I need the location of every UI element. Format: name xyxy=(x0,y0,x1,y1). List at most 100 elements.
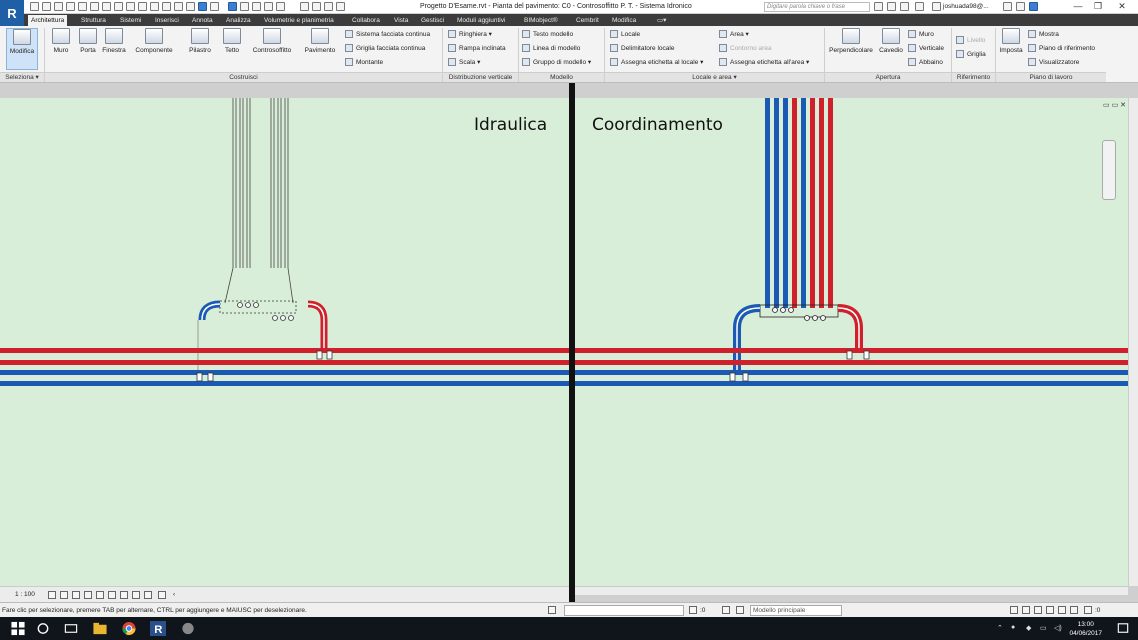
vertical-scrollbar[interactable] xyxy=(1128,98,1138,586)
volume-icon[interactable]: ◁) xyxy=(1054,624,1062,632)
piano-riferimento-button[interactable]: Piano di riferimento xyxy=(1028,43,1095,55)
search-input[interactable]: Digitare parola chiave o frase xyxy=(764,2,870,12)
ringhiera-button[interactable]: Ringhiera ▾ xyxy=(448,29,492,41)
filter-icon[interactable] xyxy=(689,606,697,614)
livello-button[interactable]: Livello xyxy=(956,35,985,47)
finestra-button[interactable]: Finestra xyxy=(101,28,127,70)
griglia-facciata-button[interactable]: Griglia facciata continua xyxy=(345,43,425,55)
pilastro-button[interactable]: Pilastro xyxy=(186,28,214,70)
cavedio-button[interactable]: Cavedio xyxy=(877,28,905,70)
file-explorer-icon[interactable] xyxy=(92,621,108,636)
tab-collabora[interactable]: Collabora xyxy=(349,15,383,26)
componente-button[interactable]: Componente xyxy=(132,28,176,70)
imposta-button[interactable]: Imposta xyxy=(998,28,1024,70)
tab-panel-toggle[interactable]: ▭▾ xyxy=(654,15,669,26)
minimize-button[interactable]: — xyxy=(1070,1,1086,13)
scroll-left-icon[interactable]: ‹ xyxy=(173,591,175,598)
select-pinned-icon[interactable] xyxy=(1034,606,1042,614)
connect-icon[interactable] xyxy=(1016,2,1025,11)
pipe-drawing-right[interactable] xyxy=(575,98,1128,586)
taskbar-clock[interactable]: 13:00 04/06/2017 xyxy=(1069,620,1102,638)
controsoffitto-button[interactable]: Controsoffitto xyxy=(248,28,296,70)
dimension-icon[interactable] xyxy=(138,2,147,11)
chrome-icon[interactable] xyxy=(121,621,137,636)
editable-only-icon[interactable] xyxy=(722,606,730,614)
montante-button[interactable]: Montante xyxy=(345,57,383,69)
grid-icon[interactable] xyxy=(324,2,333,11)
scala-button[interactable]: Scala ▾ xyxy=(448,57,480,69)
save-icon[interactable] xyxy=(42,2,51,11)
assegna-etichetta-area-button[interactable]: Assegna etichetta all'area ▾ xyxy=(719,57,809,69)
hide-isolate-icon[interactable] xyxy=(132,591,140,599)
temp-properties-icon[interactable] xyxy=(158,591,166,599)
verticale-button[interactable]: Verticale xyxy=(908,43,944,55)
revit-taskbar-icon[interactable]: R xyxy=(150,621,166,636)
tab-analizza[interactable]: Analizza xyxy=(223,15,254,26)
abbaino-button[interactable]: Abbaino xyxy=(908,57,943,69)
muro-button[interactable]: Muro xyxy=(49,28,73,70)
undo-arrow-icon[interactable] xyxy=(78,2,87,11)
filter-status-icon[interactable] xyxy=(1084,606,1092,614)
redo-icon[interactable] xyxy=(90,2,99,11)
apertura-muro-button[interactable]: Muro xyxy=(908,29,934,41)
horizontal-scrollbar[interactable] xyxy=(575,586,1128,595)
worksets-icon[interactable] xyxy=(548,606,556,614)
close-button[interactable]: ✕ xyxy=(1114,1,1130,13)
open-icon[interactable] xyxy=(30,2,39,11)
workset-dropdown[interactable] xyxy=(564,605,684,616)
tab-vista[interactable]: Vista xyxy=(391,15,411,26)
close-hidden-icon[interactable] xyxy=(210,2,219,11)
design-option-dropdown[interactable]: Modello principale xyxy=(750,605,842,616)
notifications-icon[interactable] xyxy=(1115,621,1131,636)
delimitatore-locale-button[interactable]: Delimitatore locale xyxy=(610,43,674,55)
tray-app-icon[interactable]: ● xyxy=(1011,624,1015,631)
cloud-icon[interactable] xyxy=(900,2,909,11)
modify-button[interactable]: Modifica xyxy=(6,28,38,70)
exchange-icon[interactable] xyxy=(1003,2,1012,11)
locale-button[interactable]: Locale xyxy=(610,29,640,41)
tab-moduli-aggiuntivi[interactable]: Moduli aggiuntivi xyxy=(454,15,508,26)
help-icon[interactable] xyxy=(1029,2,1038,11)
username[interactable]: joshuada98@... xyxy=(943,3,989,10)
design-options-icon[interactable] xyxy=(736,606,744,614)
lock-view-icon[interactable] xyxy=(120,591,128,599)
tab-cembrit[interactable]: Cembrit xyxy=(573,15,602,26)
section-icon[interactable] xyxy=(186,2,195,11)
pavimento-button[interactable]: Pavimento xyxy=(300,28,340,70)
crop-view-icon[interactable] xyxy=(96,591,104,599)
sync-icon[interactable] xyxy=(54,2,63,11)
thin-lines-icon[interactable] xyxy=(198,2,207,11)
binoculars-icon[interactable] xyxy=(874,2,883,11)
windows-start-icon[interactable] xyxy=(10,621,26,636)
tile-icon[interactable] xyxy=(252,2,261,11)
visualizzatore-button[interactable]: Visualizzatore xyxy=(1028,57,1079,69)
tab-views-icon[interactable] xyxy=(264,2,273,11)
contorno-area-button[interactable]: Contorno area xyxy=(719,43,772,55)
subscription-icon[interactable] xyxy=(887,2,896,11)
task-view-icon[interactable] xyxy=(63,621,79,636)
tab-gestisci[interactable]: Gestisci xyxy=(418,15,447,26)
griglia-button[interactable]: Griglia xyxy=(956,49,986,61)
tab-bimobject[interactable]: BIMobject® xyxy=(521,15,561,26)
scale-label[interactable]: 1 : 100 xyxy=(15,591,35,598)
sun-path-icon[interactable] xyxy=(72,591,80,599)
select-links-icon[interactable] xyxy=(1010,606,1018,614)
view-idraulica[interactable]: Idraulica xyxy=(0,98,569,586)
print-icon[interactable] xyxy=(114,2,123,11)
app-taskbar-icon[interactable] xyxy=(180,621,196,636)
more-icon[interactable] xyxy=(336,2,345,11)
detail-level-icon[interactable] xyxy=(48,591,56,599)
area-button[interactable]: Area ▾ xyxy=(719,29,749,41)
search-icon[interactable] xyxy=(35,621,51,636)
restore-button[interactable]: ❐ xyxy=(1090,1,1106,13)
shadows-icon[interactable] xyxy=(84,591,92,599)
gruppo-modello-button[interactable]: Gruppo di modello ▾ xyxy=(522,57,591,69)
drag-elements-icon[interactable] xyxy=(1058,606,1066,614)
network-icon[interactable]: ▭ xyxy=(1040,624,1047,632)
tab-annota[interactable]: Annota xyxy=(189,15,216,26)
user-icon[interactable] xyxy=(932,2,941,11)
pipe-drawing-left[interactable] xyxy=(0,98,569,586)
tab-inserisci[interactable]: Inserisci xyxy=(152,15,182,26)
tab-volumetrie[interactable]: Volumetrie e planimetria xyxy=(261,15,337,26)
dropbox-icon[interactable]: ◆ xyxy=(1026,624,1031,632)
